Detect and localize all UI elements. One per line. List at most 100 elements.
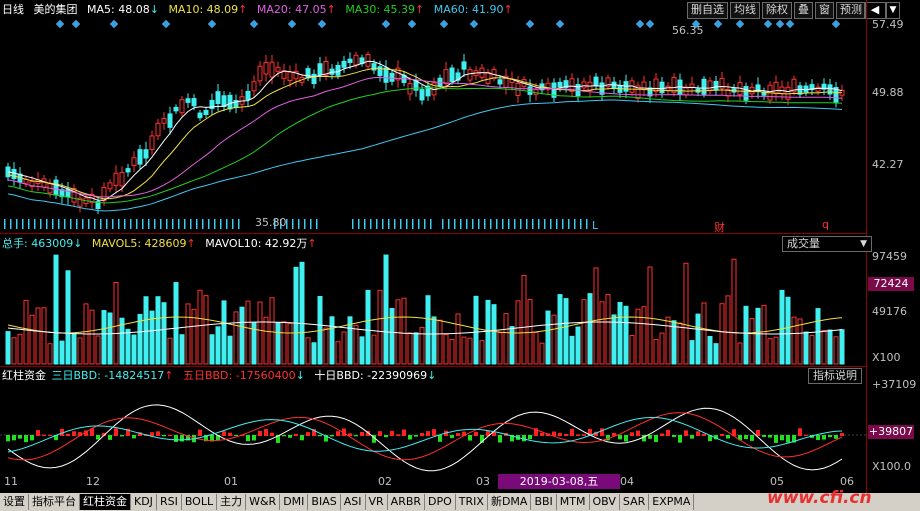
candle-body bbox=[311, 73, 317, 85]
tab-boll[interactable]: BOLL bbox=[182, 494, 218, 510]
price-chart[interactable] bbox=[0, 0, 866, 232]
tab-dmi[interactable]: DMI bbox=[280, 494, 309, 510]
bbd-bar bbox=[354, 435, 358, 437]
volume-bar bbox=[77, 337, 83, 365]
event-tick bbox=[148, 219, 150, 229]
volume-bar bbox=[431, 316, 437, 365]
volume-bar bbox=[425, 295, 431, 365]
bbd-bar bbox=[234, 435, 238, 437]
tab-main-force[interactable]: 主力 bbox=[217, 494, 247, 510]
candle-body bbox=[143, 149, 149, 159]
volume-bar bbox=[701, 302, 707, 365]
bbd-bar bbox=[798, 428, 802, 436]
tab-obv[interactable]: OBV bbox=[590, 494, 620, 510]
bbd-bar bbox=[96, 435, 100, 440]
indicator-chart[interactable] bbox=[0, 380, 866, 476]
candle-body bbox=[155, 122, 161, 137]
candle-body bbox=[443, 69, 449, 85]
event-tick bbox=[34, 219, 36, 229]
bbd-bar bbox=[576, 434, 580, 436]
signal-diamond-icon bbox=[249, 19, 259, 29]
tab-asi[interactable]: ASI bbox=[341, 494, 366, 510]
signal-diamond-icon bbox=[381, 19, 391, 29]
candle-body bbox=[221, 95, 227, 107]
event-tick bbox=[466, 219, 468, 229]
volume-bar bbox=[551, 314, 557, 365]
volume-chart[interactable] bbox=[0, 250, 866, 366]
volume-bar bbox=[569, 335, 575, 365]
volume-bar bbox=[653, 338, 659, 365]
volume-bar bbox=[665, 316, 671, 365]
signal-diamond-icon bbox=[635, 19, 645, 29]
signal-diamond-icon bbox=[763, 19, 773, 29]
volume-dropdown-label: 成交量 bbox=[787, 237, 820, 250]
candle-body bbox=[269, 61, 275, 78]
candle-body bbox=[557, 81, 563, 88]
volume-bar bbox=[389, 307, 395, 365]
bbd-bar bbox=[426, 431, 430, 436]
candle-body bbox=[185, 98, 191, 103]
tab-bias[interactable]: BIAS bbox=[308, 494, 341, 510]
tab-settings[interactable]: 设置 bbox=[0, 494, 29, 510]
volume-bar bbox=[29, 314, 35, 365]
volume-bar bbox=[689, 340, 695, 365]
tab-indicator-platform[interactable]: 指标平台 bbox=[29, 494, 80, 510]
bbd-bar bbox=[756, 429, 760, 436]
bbd-bar bbox=[498, 435, 502, 443]
volume-bar bbox=[521, 274, 527, 365]
tab-dpo[interactable]: DPO bbox=[425, 494, 456, 510]
tab-arbr[interactable]: ARBR bbox=[388, 494, 426, 510]
event-tick bbox=[52, 219, 54, 229]
volume-bar bbox=[59, 340, 65, 365]
bbd-bar bbox=[672, 435, 676, 438]
bbd-bar bbox=[288, 435, 292, 438]
candle-body bbox=[773, 81, 779, 95]
selected-date-box: 2019-03-08,五 bbox=[498, 474, 620, 489]
tab-vr[interactable]: VR bbox=[366, 494, 388, 510]
tab-new-dma[interactable]: 新DMA bbox=[488, 494, 532, 510]
volume-bar bbox=[89, 309, 95, 365]
tab-wr[interactable]: W&R bbox=[246, 494, 281, 510]
bbd-bar bbox=[660, 433, 664, 436]
volume-bar bbox=[443, 334, 449, 365]
candle-body bbox=[215, 91, 221, 105]
event-tick bbox=[364, 219, 366, 229]
event-tick bbox=[16, 219, 18, 229]
x-axis-label-dec: 12 bbox=[86, 475, 100, 488]
candle-body bbox=[131, 157, 137, 166]
bbd-bar bbox=[48, 434, 52, 436]
tab-bbi[interactable]: BBI bbox=[531, 494, 557, 510]
event-tick bbox=[454, 219, 456, 229]
volume-current-value-box: 72424 bbox=[868, 277, 914, 291]
bbd-bar bbox=[408, 435, 412, 440]
volume-bar bbox=[605, 293, 611, 365]
candle-body bbox=[467, 69, 473, 81]
event-tick bbox=[142, 219, 144, 229]
volume-bar bbox=[257, 301, 263, 365]
volume-bar bbox=[455, 313, 461, 365]
event-tick bbox=[412, 219, 414, 229]
tab-rsi[interactable]: RSI bbox=[157, 494, 182, 510]
volume-bar bbox=[647, 266, 653, 365]
tab-kdj[interactable]: KDJ bbox=[131, 494, 157, 510]
volume-bar bbox=[287, 323, 293, 365]
total-volume-value: 总手: 463009 bbox=[2, 237, 74, 250]
event-tick bbox=[100, 219, 102, 229]
volume-bar bbox=[143, 296, 149, 365]
signal-diamond-icon bbox=[439, 19, 449, 29]
signal-diamond-icon bbox=[55, 19, 65, 29]
event-tick bbox=[166, 219, 168, 229]
volume-bar bbox=[131, 334, 137, 365]
volume-bar bbox=[167, 337, 173, 365]
volume-header: 总手: 463009↓ MAVOL5: 428609↑ MAVOL10: 42.… bbox=[2, 237, 323, 251]
tab-sar[interactable]: SAR bbox=[620, 494, 650, 510]
volume-bar bbox=[137, 313, 143, 365]
candle-body bbox=[497, 79, 503, 85]
tab-red-bar-funds[interactable]: 红柱资金 bbox=[80, 494, 131, 510]
volume-bar bbox=[125, 328, 131, 365]
volume-bar bbox=[161, 302, 167, 365]
tab-expma[interactable]: EXPMA bbox=[649, 494, 695, 510]
bbd-bar bbox=[114, 428, 118, 436]
tab-trix[interactable]: TRIX bbox=[456, 494, 488, 510]
tab-mtm[interactable]: MTM bbox=[557, 494, 590, 510]
